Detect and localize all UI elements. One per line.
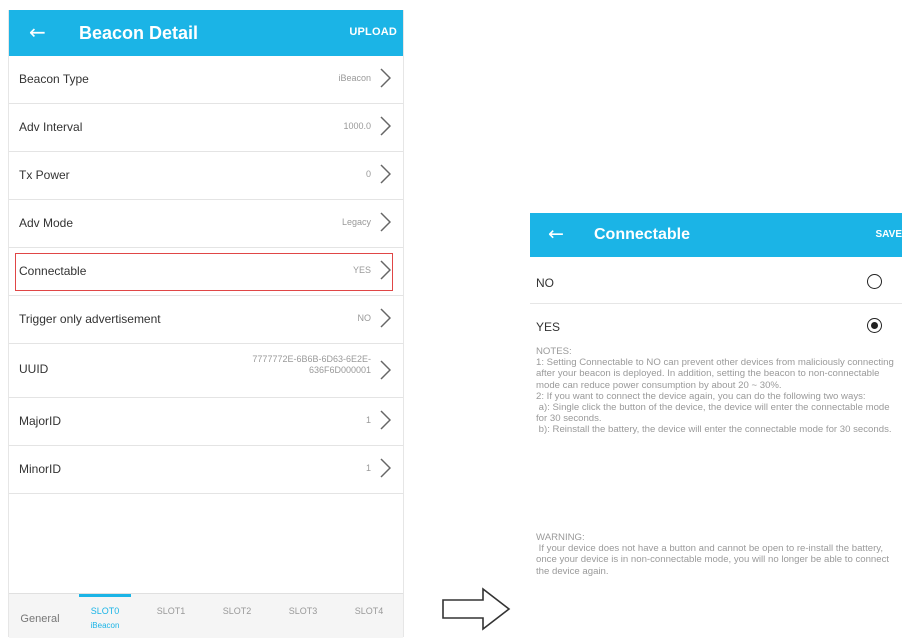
- tab-slot1[interactable]: SLOT1: [139, 594, 203, 638]
- row-connectable[interactable]: Connectable YES: [9, 248, 403, 296]
- tab-slot2[interactable]: SLOT2: [205, 594, 269, 638]
- slot-tab-bar: General SLOT0 iBeacon SLOT1 SLOT2 SLOT3 …: [9, 593, 403, 638]
- radio-unselected-icon[interactable]: [867, 274, 882, 289]
- chevron-right-icon: [380, 68, 391, 88]
- row-adv-mode[interactable]: Adv Mode Legacy: [9, 200, 403, 248]
- row-value: 7777772E-6B6B-6D63-6E2E-636F6D000001: [191, 354, 371, 376]
- row-value: YES: [353, 265, 371, 275]
- app-bar: ← Connectable SAVE: [530, 213, 902, 257]
- option-yes[interactable]: YES: [530, 305, 902, 347]
- row-label: MinorID: [19, 462, 61, 476]
- chevron-right-icon: [380, 164, 391, 184]
- row-uuid[interactable]: UUID 7777772E-6B6B-6D63-6E2E-636F6D00000…: [9, 344, 403, 398]
- row-label: Adv Mode: [19, 216, 73, 230]
- page-title: Beacon Detail: [79, 22, 198, 44]
- tab-general[interactable]: General: [9, 594, 71, 638]
- tab-label: General: [9, 613, 71, 625]
- row-tx-power[interactable]: Tx Power 0: [9, 152, 403, 200]
- row-value: 1: [366, 415, 371, 425]
- app-bar: ← Beacon Detail UPLOAD: [9, 10, 403, 56]
- radio-selected-icon[interactable]: [867, 318, 882, 333]
- page-title: Connectable: [594, 226, 690, 244]
- chevron-right-icon: [380, 116, 391, 136]
- row-major-id[interactable]: MajorID 1: [9, 398, 403, 446]
- row-value: 0: [366, 169, 371, 179]
- tab-label: SLOT4: [337, 606, 401, 616]
- row-value: 1000.0: [343, 121, 371, 131]
- row-value: NO: [358, 313, 372, 323]
- row-beacon-type[interactable]: Beacon Type iBeacon: [9, 56, 403, 104]
- right-arrow-icon: [441, 586, 513, 632]
- tab-label: SLOT1: [139, 606, 203, 616]
- option-no[interactable]: NO: [530, 261, 902, 304]
- chevron-right-icon: [380, 410, 391, 430]
- connectable-screen: ← Connectable SAVE NO YES NOTES: 1: Sett…: [530, 213, 902, 637]
- tab-label: SLOT0: [73, 606, 137, 616]
- save-button[interactable]: SAVE: [876, 229, 902, 240]
- row-trigger-only-advertisement[interactable]: Trigger only advertisement NO: [9, 296, 403, 344]
- option-label: NO: [536, 276, 554, 290]
- back-arrow-icon[interactable]: ←: [29, 20, 46, 44]
- tab-slot3[interactable]: SLOT3: [271, 594, 335, 638]
- row-label: Tx Power: [19, 168, 70, 182]
- chevron-right-icon: [380, 212, 391, 232]
- back-arrow-icon[interactable]: ←: [548, 223, 564, 245]
- chevron-right-icon: [380, 260, 391, 280]
- active-tab-indicator: [79, 594, 131, 597]
- tab-slot4[interactable]: SLOT4: [337, 594, 401, 638]
- chevron-right-icon: [380, 458, 391, 478]
- row-value: iBeacon: [338, 73, 371, 83]
- tab-sublabel: iBeacon: [73, 621, 137, 630]
- notes-text: NOTES: 1: Setting Connectable to NO can …: [536, 346, 896, 436]
- row-value: Legacy: [342, 217, 371, 227]
- upload-button[interactable]: UPLOAD: [349, 26, 397, 38]
- chevron-right-icon: [380, 308, 391, 328]
- settings-list: Beacon Type iBeacon Adv Interval 1000.0 …: [9, 56, 403, 494]
- row-label: Adv Interval: [19, 120, 82, 134]
- option-label: YES: [536, 320, 560, 334]
- tab-slot0[interactable]: SLOT0 iBeacon: [73, 594, 137, 638]
- row-value: 1: [366, 463, 371, 473]
- beacon-detail-screen: ← Beacon Detail UPLOAD Beacon Type iBeac…: [8, 10, 404, 637]
- chevron-right-icon: [380, 360, 391, 380]
- row-adv-interval[interactable]: Adv Interval 1000.0: [9, 104, 403, 152]
- tab-label: SLOT2: [205, 606, 269, 616]
- row-label: Trigger only advertisement: [19, 312, 161, 326]
- tab-label: SLOT3: [271, 606, 335, 616]
- row-label: Connectable: [19, 264, 86, 278]
- row-label: UUID: [19, 362, 48, 376]
- warning-text: WARNING: If your device does not have a …: [536, 532, 898, 577]
- row-minor-id[interactable]: MinorID 1: [9, 446, 403, 494]
- row-label: Beacon Type: [19, 72, 89, 86]
- row-label: MajorID: [19, 414, 61, 428]
